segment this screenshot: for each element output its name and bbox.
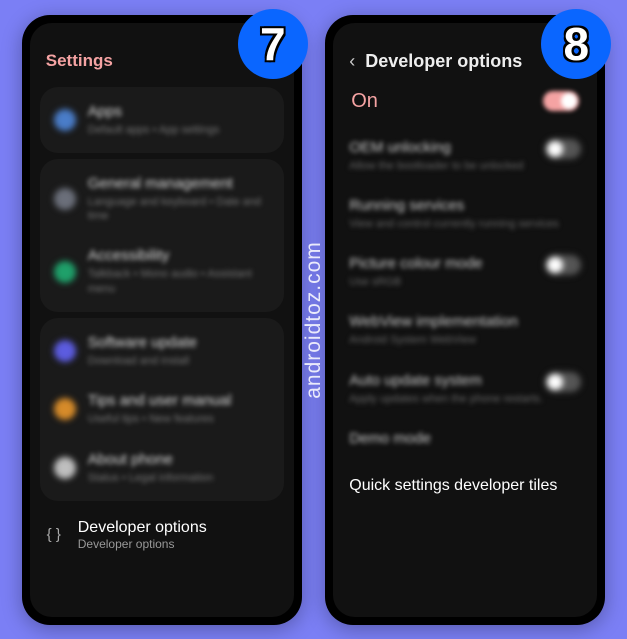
row-sub: Useful tips • New features xyxy=(88,412,270,426)
row-title: General management xyxy=(88,175,270,192)
settings-item-apps[interactable]: Apps Default apps • App settings xyxy=(40,91,284,149)
screen: Settings Apps Default apps • App setting… xyxy=(30,23,294,617)
row-title: Running services xyxy=(349,197,581,214)
phone-right: 8 ‹ Developer options On OEM unlocking A… xyxy=(325,15,605,625)
row-sub: Default apps • App settings xyxy=(88,123,270,137)
row-title: Apps xyxy=(88,103,270,120)
page-title: Settings xyxy=(46,51,113,71)
dev-item-picture-colour[interactable]: Picture colour mode Use sRGB xyxy=(333,243,597,301)
settings-card: Software update Download and install Tip… xyxy=(40,318,284,501)
screen: ‹ Developer options On OEM unlocking All… xyxy=(333,23,597,617)
step-badge: 7 xyxy=(238,9,308,79)
row-title: Tips and user manual xyxy=(88,392,270,409)
developer-options-icon: { } xyxy=(44,525,64,545)
apps-icon xyxy=(54,109,76,131)
settings-item-accessibility[interactable]: Accessibility Talkback • Mono audio • As… xyxy=(40,235,284,308)
row-title: Accessibility xyxy=(88,247,270,264)
settings-item-about[interactable]: About phone Status • Legal information xyxy=(40,439,284,497)
row-title: WebView implementation xyxy=(349,313,581,330)
settings-card: General management Language and keyboard… xyxy=(40,159,284,312)
dev-item-demo-mode[interactable]: Demo mode xyxy=(333,418,597,462)
row-title: Auto update system xyxy=(349,372,545,389)
dev-item-quick-settings-tiles[interactable]: Quick settings developer tiles xyxy=(333,462,597,511)
row-sub: Developer options xyxy=(78,537,207,551)
row-title: Demo mode xyxy=(349,430,581,447)
row-sub: Use sRGB xyxy=(349,275,545,289)
row-sub: Status • Legal information xyxy=(88,471,270,485)
general-icon xyxy=(54,188,76,210)
row-title: About phone xyxy=(88,451,270,468)
row-sub: Apply updates when the phone restarts. xyxy=(349,392,545,406)
row-sub: Android System WebView xyxy=(349,333,581,347)
row-title: Software update xyxy=(88,334,270,351)
phone-left: 7 Settings Apps Default apps • App setti… xyxy=(22,15,302,625)
master-toggle-row[interactable]: On xyxy=(333,82,597,127)
settings-item-tips[interactable]: Tips and user manual Useful tips • New f… xyxy=(40,380,284,438)
toggle-on-icon[interactable] xyxy=(543,91,579,111)
back-icon[interactable]: ‹ xyxy=(349,51,355,72)
settings-item-general[interactable]: General management Language and keyboard… xyxy=(40,163,284,236)
settings-item-developer-options[interactable]: { } Developer options Developer options xyxy=(30,507,294,567)
toggle-icon[interactable] xyxy=(545,372,581,392)
toggle-icon[interactable] xyxy=(545,139,581,159)
on-label: On xyxy=(351,90,378,113)
settings-item-software[interactable]: Software update Download and install xyxy=(40,322,284,380)
row-title: Picture colour mode xyxy=(349,255,545,272)
accessibility-icon xyxy=(54,261,76,283)
row-title: Developer options xyxy=(78,519,207,537)
dev-item-oem-unlocking[interactable]: OEM unlocking Allow the bootloader to be… xyxy=(333,127,597,185)
page-title: Developer options xyxy=(365,51,522,72)
row-title: OEM unlocking xyxy=(349,139,545,156)
row-sub: Language and keyboard • Date and time xyxy=(88,195,270,224)
row-sub: View and control currently running servi… xyxy=(349,217,581,231)
row-sub: Download and install xyxy=(88,354,270,368)
settings-card: Apps Default apps • App settings xyxy=(40,87,284,153)
step-badge: 8 xyxy=(541,9,611,79)
watermark: androidtoz.com xyxy=(302,241,326,399)
toggle-icon[interactable] xyxy=(545,255,581,275)
row-sub: Talkback • Mono audio • Assistant menu xyxy=(88,267,270,296)
tips-icon xyxy=(54,398,76,420)
dev-item-running-services[interactable]: Running services View and control curren… xyxy=(333,185,597,243)
software-icon xyxy=(54,340,76,362)
dev-item-auto-update[interactable]: Auto update system Apply updates when th… xyxy=(333,360,597,418)
dev-item-webview[interactable]: WebView implementation Android System We… xyxy=(333,301,597,359)
row-sub: Allow the bootloader to be unlocked xyxy=(349,159,545,173)
about-icon xyxy=(54,457,76,479)
